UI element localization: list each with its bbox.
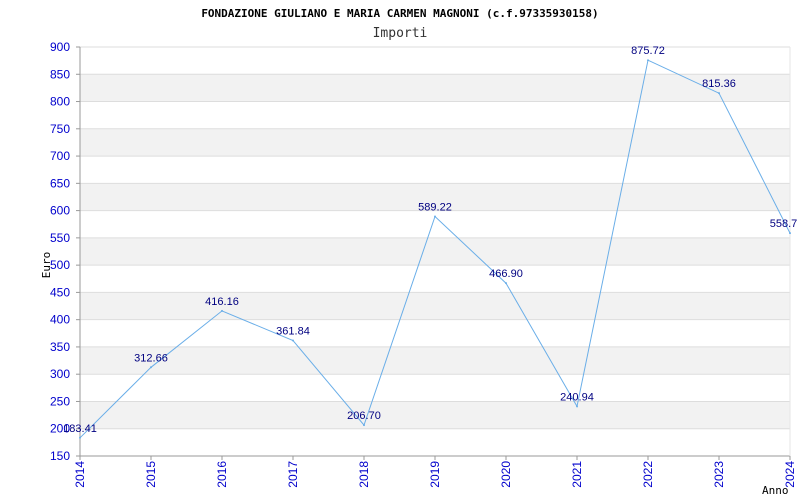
data-point: [79, 436, 81, 439]
data-label: 183.41: [63, 423, 97, 435]
x-tick-label: 2018: [357, 461, 371, 488]
x-axis-ticks: 2014 2015 2016 2017 2018 2019 2020 2021 2022 2023…: [73, 456, 797, 488]
y-tick-label: 400: [50, 313, 70, 327]
y-tick-label: 750: [50, 122, 70, 136]
background-band: [80, 128, 790, 157]
data-label: 361.84: [276, 325, 310, 337]
data-point: [363, 424, 365, 427]
x-axis-label: Anno: [762, 484, 789, 497]
x-tick-label: 2019: [428, 461, 442, 488]
x-tick-label: 2020: [499, 461, 513, 488]
data-point: [576, 405, 578, 408]
y-tick-label: 900: [50, 40, 70, 54]
background-band: [80, 292, 790, 320]
data-point: [150, 366, 152, 369]
y-tick-label: 300: [50, 367, 70, 381]
data-label: 875.72: [631, 45, 665, 57]
data-label: 558.7: [770, 218, 798, 230]
data-label: 206.70: [347, 410, 381, 422]
y-tick-label: 850: [50, 67, 70, 81]
x-tick-label: 2023: [712, 461, 726, 488]
x-tick-label: 2014: [73, 461, 87, 488]
x-tick-label: 2015: [144, 461, 158, 488]
background-band: [80, 346, 790, 375]
data-label: 466.90: [489, 268, 523, 280]
chart-subtitle: Importi: [373, 26, 428, 41]
data-label: 312.66: [134, 352, 168, 364]
data-label: 815.36: [702, 78, 736, 90]
y-tick-label: 600: [50, 204, 70, 218]
y-tick-label: 800: [50, 95, 70, 109]
data-label: 240.94: [560, 391, 594, 403]
x-tick-label: 2017: [286, 461, 300, 488]
data-label: 589.22: [418, 201, 452, 213]
y-axis-label: Euro: [40, 252, 53, 279]
background-band: [80, 237, 790, 266]
data-point: [292, 339, 294, 342]
y-tick-label: 650: [50, 176, 70, 190]
background-band: [80, 401, 790, 429]
data-point: [221, 309, 223, 312]
x-tick-label: 2016: [215, 461, 229, 488]
data-point: [789, 232, 791, 235]
y-axis-ticks: 1502002503003504004505005506006507007508…: [50, 40, 80, 463]
x-tick-label: 2021: [570, 461, 584, 488]
data-point: [505, 282, 507, 285]
chart-title: FONDAZIONE GIULIANO E MARIA CARMEN MAGNO…: [201, 7, 598, 20]
y-tick-label: 150: [50, 449, 70, 463]
y-tick-label: 700: [50, 149, 70, 163]
x-tick-label: 2022: [641, 461, 655, 488]
y-tick-label: 350: [50, 340, 70, 354]
y-tick-label: 550: [50, 231, 70, 245]
data-label: 416.16: [205, 296, 239, 308]
data-point: [647, 59, 649, 62]
data-point: [718, 92, 720, 95]
data-point: [434, 215, 436, 218]
background-bands: [80, 74, 790, 429]
chart-container: FONDAZIONE GIULIANO E MARIA CARMEN MAGNO…: [0, 0, 800, 500]
y-tick-label: 500: [50, 258, 70, 272]
background-band: [80, 74, 790, 102]
y-tick-label: 250: [50, 394, 70, 408]
y-tick-label: 450: [50, 285, 70, 299]
line-chart: FONDAZIONE GIULIANO E MARIA CARMEN MAGNO…: [40, 7, 798, 497]
